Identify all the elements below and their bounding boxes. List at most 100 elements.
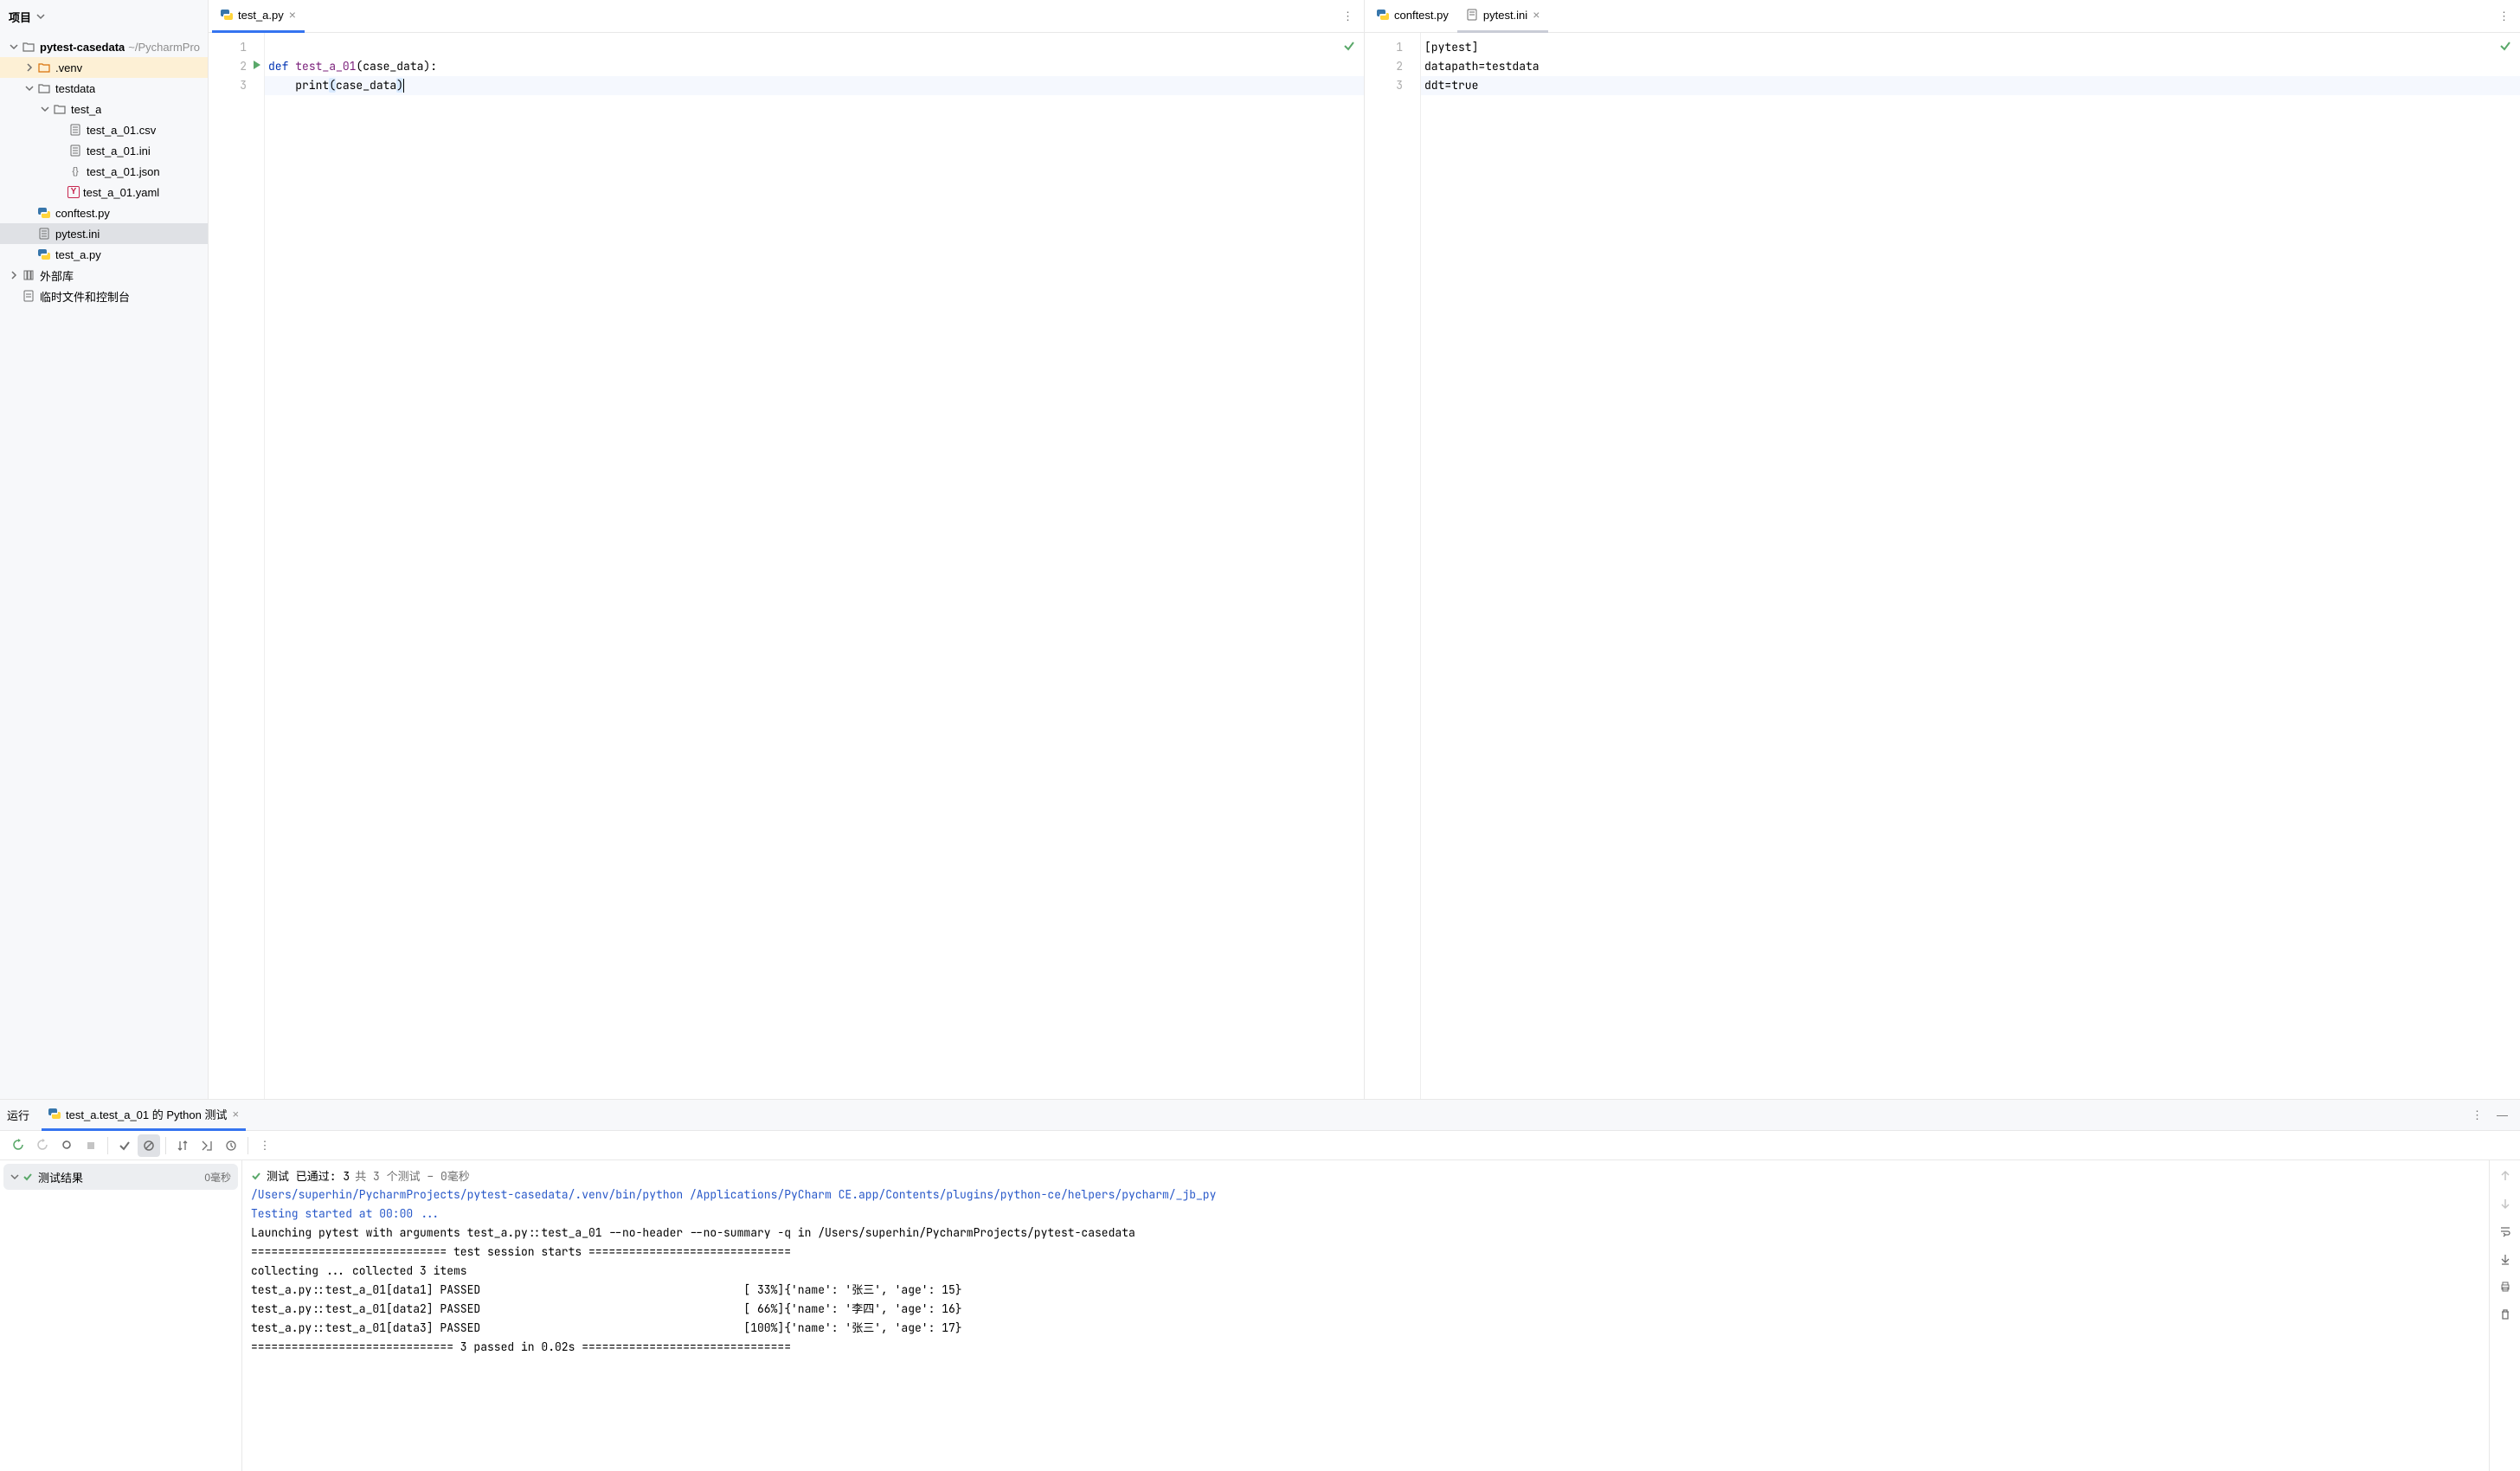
- show-ignored-icon[interactable]: [138, 1134, 160, 1157]
- console-line: test_a.py::test_a_01[data2] PASSED [ 66%…: [242, 1300, 2489, 1319]
- file-text-icon: [68, 145, 83, 157]
- check-icon: [251, 1171, 261, 1181]
- close-icon[interactable]: ×: [232, 1108, 239, 1121]
- console-line: Testing started at 00:00 ...: [242, 1204, 2489, 1224]
- tree-path: ~/PycharmPro: [128, 41, 200, 54]
- tree-label: pytest.ini: [55, 228, 100, 241]
- run-tab[interactable]: test_a.test_a_01 的 Python 测试 ×: [42, 1100, 246, 1131]
- tree-item-external-libs[interactable]: 外部库: [0, 265, 208, 286]
- rerun-icon[interactable]: [7, 1134, 29, 1157]
- code-content[interactable]: def test_a_01(case_data): print(case_dat…: [264, 33, 1364, 1099]
- stop-icon[interactable]: [80, 1134, 102, 1157]
- editor-split: test_a.py × ⋮ 1 2 3: [209, 0, 2520, 1099]
- tree-label: 临时文件和控制台: [40, 288, 130, 305]
- tree-item-ini[interactable]: test_a_01.ini: [0, 140, 208, 161]
- sidebar-title: 项目: [9, 9, 31, 25]
- folder-excluded-icon: [36, 61, 52, 74]
- tree-label: testdata: [55, 82, 95, 95]
- close-icon[interactable]: ×: [1533, 8, 1540, 22]
- code-content[interactable]: [pytest] datapath=testdata ddt=true: [1420, 33, 2520, 1099]
- tree-label: test_a_01.ini: [87, 145, 151, 157]
- tree-item-csv[interactable]: test_a_01.csv: [0, 119, 208, 140]
- library-icon: [21, 269, 36, 281]
- tree-item-pytest-ini[interactable]: pytest.ini: [0, 223, 208, 244]
- chevron-down-icon: [38, 105, 52, 113]
- line-number: 1: [240, 40, 247, 55]
- test-results-header[interactable]: 测试结果 0毫秒: [3, 1164, 238, 1190]
- tree-label: test_a_01.csv: [87, 124, 156, 137]
- arg: case_data: [336, 78, 396, 93]
- tree-item-venv[interactable]: .venv: [0, 57, 208, 78]
- rerun-failed-icon[interactable]: [31, 1134, 54, 1157]
- soft-wrap-icon[interactable]: [2495, 1221, 2516, 1242]
- tree-label: pytest-casedata: [40, 41, 125, 54]
- tabs-more-icon[interactable]: ⋮: [1335, 10, 1360, 23]
- check-icon: [22, 1172, 33, 1182]
- console: 测试 已通过: 3共 3 个测试 – 0毫秒 /Users/superhin/P…: [242, 1160, 2520, 1471]
- run-body: 测试结果 0毫秒 测试 已通过: 3共 3 个测试 – 0毫秒 /Users/s…: [0, 1160, 2520, 1471]
- ini-line: [pytest]: [1424, 40, 1478, 55]
- console-line: ============================== 3 passed …: [242, 1338, 2489, 1357]
- tree-root[interactable]: pytest-casedata ~/PycharmPro: [0, 36, 208, 57]
- project-tree[interactable]: pytest-casedata ~/PycharmPro .venv testd…: [0, 33, 208, 1099]
- minimize-icon[interactable]: —: [2491, 1108, 2513, 1121]
- tab-conftest-py[interactable]: conftest.py: [1368, 0, 1457, 33]
- print-icon[interactable]: [2495, 1276, 2516, 1297]
- show-passed-icon[interactable]: [113, 1134, 136, 1157]
- tab-test-a-py[interactable]: test_a.py ×: [212, 0, 305, 33]
- tabs-more-icon[interactable]: ⋮: [2491, 10, 2517, 23]
- arrow-up-icon[interactable]: [2495, 1166, 2516, 1186]
- tab-label: pytest.ini: [1483, 9, 1527, 22]
- python-file-icon: [221, 9, 233, 21]
- tree-label: conftest.py: [55, 207, 110, 220]
- line-number: 2: [1396, 59, 1403, 74]
- sort-icon[interactable]: [171, 1134, 194, 1157]
- run-header: 运行 test_a.test_a_01 的 Python 测试 × ⋮ —: [0, 1100, 2520, 1131]
- tab-label: conftest.py: [1394, 9, 1449, 22]
- code-editor-right[interactable]: 1 2 3 [pytest] datapath=testdata ddt=tru…: [1365, 33, 2520, 1099]
- console-output[interactable]: 测试 已通过: 3共 3 个测试 – 0毫秒 /Users/superhin/P…: [242, 1160, 2489, 1471]
- tree-item-scratches[interactable]: 临时文件和控制台: [0, 286, 208, 306]
- tree-item-test-a-folder[interactable]: test_a: [0, 99, 208, 119]
- tab-pytest-ini[interactable]: pytest.ini ×: [1457, 0, 1549, 33]
- ini-line: datapath=testdata: [1424, 59, 1540, 74]
- more-icon[interactable]: ⋮: [2466, 1108, 2488, 1122]
- line-number: 3: [1396, 78, 1403, 93]
- tree-item-test-a-py[interactable]: test_a.py: [0, 244, 208, 265]
- gutter: 1 2 3: [209, 33, 264, 1099]
- tree-item-json[interactable]: {} test_a_01.json: [0, 161, 208, 182]
- project-sidebar: 项目 pytest-casedata ~/PycharmPro .venv: [0, 0, 209, 1099]
- tab-label: test_a.py: [238, 9, 284, 22]
- run-gutter-icon[interactable]: [252, 60, 262, 70]
- expand-all-icon[interactable]: [196, 1134, 218, 1157]
- file-text-icon: [36, 228, 52, 240]
- sidebar-header[interactable]: 项目: [0, 0, 208, 33]
- scroll-to-end-icon[interactable]: [2495, 1249, 2516, 1269]
- trash-icon[interactable]: [2495, 1304, 2516, 1325]
- tree-label: 外部库: [40, 267, 74, 284]
- run-panel: 运行 test_a.test_a_01 的 Python 测试 × ⋮ — ⋮: [0, 1099, 2520, 1471]
- tree-item-conftest[interactable]: conftest.py: [0, 202, 208, 223]
- line-number: 3: [240, 78, 247, 93]
- close-icon[interactable]: ×: [289, 8, 296, 22]
- editor-pane-left: test_a.py × ⋮ 1 2 3: [209, 0, 1365, 1099]
- console-line: collecting ... collected 3 items: [242, 1262, 2489, 1281]
- more-icon[interactable]: ⋮: [254, 1134, 276, 1157]
- tree-item-testdata[interactable]: testdata: [0, 78, 208, 99]
- args: (case_data):: [356, 59, 437, 74]
- history-icon[interactable]: [220, 1134, 242, 1157]
- console-line: test_a.py::test_a_01[data1] PASSED [ 33%…: [242, 1281, 2489, 1300]
- code-editor-left[interactable]: 1 2 3 def test_a_01(case_data): print(ca…: [209, 33, 1364, 1099]
- results-label: 测试结果: [38, 1169, 83, 1185]
- kw-def: def: [268, 59, 288, 74]
- python-file-icon: [36, 207, 52, 219]
- arrow-down-icon[interactable]: [2495, 1193, 2516, 1214]
- test-results-panel[interactable]: 测试结果 0毫秒: [0, 1160, 242, 1471]
- console-status: 测试 已通过: 3共 3 个测试 – 0毫秒: [242, 1166, 2489, 1185]
- tree-label: test_a.py: [55, 248, 101, 261]
- file-json-icon: {}: [68, 166, 83, 177]
- builtin-print: print: [295, 78, 329, 93]
- tree-item-yaml[interactable]: Y test_a_01.yaml: [0, 182, 208, 202]
- file-text-icon: [68, 124, 83, 136]
- toggle-auto-test-icon[interactable]: [55, 1134, 78, 1157]
